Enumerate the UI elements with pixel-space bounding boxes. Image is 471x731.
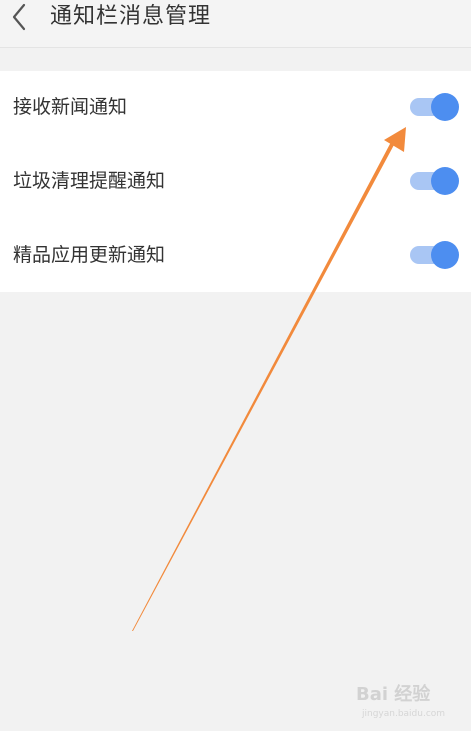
- app-update-notification-toggle[interactable]: [410, 241, 460, 269]
- notification-settings-list: 接收新闻通知 垃圾清理提醒通知 精品应用更新通知: [0, 71, 471, 292]
- watermark-brand: Bai 经验: [356, 684, 431, 705]
- cleanup-reminder-toggle[interactable]: [410, 167, 460, 195]
- toggle-knob: [431, 167, 459, 195]
- setting-label: 精品应用更新通知: [13, 244, 166, 266]
- setting-label: 接收新闻通知: [13, 96, 128, 118]
- setting-row-news-notification: 接收新闻通知: [0, 71, 471, 144]
- back-chevron-left-icon[interactable]: [4, 0, 38, 36]
- baidu-jingyan-watermark-icon: Bai 经验 jingyan.baidu.com: [356, 684, 466, 724]
- toggle-knob: [431, 93, 459, 121]
- watermark-url: jingyan.baidu.com: [362, 709, 446, 719]
- toggle-knob: [431, 241, 459, 269]
- setting-label: 垃圾清理提醒通知: [13, 170, 166, 192]
- page-title: 通知栏消息管理: [50, 4, 212, 29]
- setting-row-app-update-notification: 精品应用更新通知: [0, 219, 471, 292]
- setting-row-cleanup-reminder: 垃圾清理提醒通知: [0, 145, 471, 218]
- screen: 通知栏消息管理 接收新闻通知 垃圾清理提醒通知 精品应用更新通知 Bai 经验 …: [0, 0, 471, 731]
- news-notification-toggle[interactable]: [410, 93, 460, 121]
- app-header: 通知栏消息管理: [0, 0, 471, 48]
